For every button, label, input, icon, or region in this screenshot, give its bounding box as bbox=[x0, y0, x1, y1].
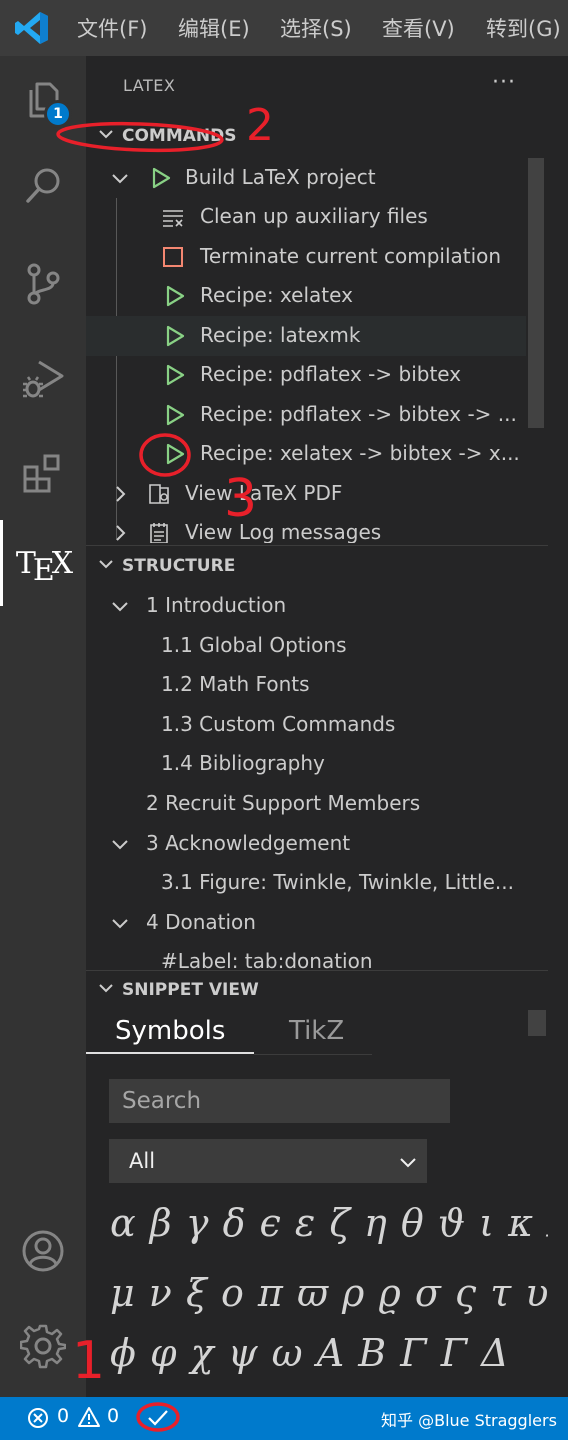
command-build[interactable]: Build LaTeX project bbox=[86, 158, 526, 198]
snippet-scrollbar[interactable] bbox=[528, 1010, 546, 1036]
source-control-icon bbox=[27, 263, 60, 305]
structure-item[interactable]: 2 Recruit Support Members bbox=[86, 784, 526, 824]
activity-run-debug[interactable] bbox=[0, 336, 86, 422]
gear-icon bbox=[20, 1324, 66, 1369]
tex-icon: TEX bbox=[15, 545, 74, 588]
play-icon bbox=[166, 443, 185, 465]
active-tab-indicator bbox=[86, 1052, 254, 1054]
play-icon bbox=[166, 285, 185, 307]
activity-extensions[interactable] bbox=[0, 430, 86, 516]
command-recipe-xelatex-bibtex[interactable]: Recipe: xelatex -> bibtex -> x... bbox=[86, 434, 526, 474]
command-recipe-pdflatex-bibtex[interactable]: Recipe: pdflatex -> bibtex bbox=[86, 355, 526, 395]
tab-divider bbox=[254, 1054, 372, 1055]
tab-tikz[interactable]: TikZ bbox=[289, 1016, 344, 1046]
clear-all-icon bbox=[163, 210, 183, 227]
structure-item[interactable]: 1.3 Custom Commands bbox=[86, 705, 526, 745]
chevron-right-icon bbox=[116, 486, 126, 502]
symbol-filter-select[interactable]: All bbox=[109, 1139, 427, 1183]
menu-view[interactable]: 查看(V) bbox=[382, 13, 455, 43]
activity-explorer[interactable]: 1 bbox=[0, 56, 86, 142]
activity-latex[interactable]: TEX bbox=[0, 520, 86, 606]
section-divider bbox=[86, 545, 548, 546]
run-debug-icon bbox=[23, 360, 64, 398]
structure-item[interactable]: 1.1 Global Options bbox=[86, 626, 526, 666]
stop-icon bbox=[163, 247, 183, 267]
open-preview-icon bbox=[149, 484, 169, 504]
command-view-log[interactable]: View Log messages bbox=[86, 513, 526, 543]
section-divider bbox=[86, 970, 548, 971]
commands-scrollbar[interactable] bbox=[528, 158, 544, 428]
warning-count[interactable]: 0 bbox=[107, 1405, 119, 1427]
command-recipe-latexmk[interactable]: Recipe: latexmk bbox=[86, 316, 526, 356]
chevron-down-icon bbox=[400, 1158, 416, 1168]
vscode-logo-icon[interactable] bbox=[14, 10, 50, 46]
search-icon bbox=[26, 168, 60, 203]
activity-bar: 1 TEX bbox=[0, 56, 86, 1397]
activity-accounts[interactable] bbox=[0, 1208, 86, 1294]
check-icon[interactable] bbox=[146, 1407, 170, 1429]
command-clean[interactable]: Clean up auxiliary files bbox=[86, 197, 526, 237]
symbol-row[interactable]: α β γ δ ϵ ε ζ η θ ϑ ι κ λ bbox=[110, 1201, 568, 1245]
play-icon bbox=[166, 325, 185, 347]
extensions-icon bbox=[23, 454, 60, 493]
structure-item[interactable]: 1.2 Math Fonts bbox=[86, 665, 526, 705]
sidebar-title: LATEX bbox=[123, 76, 176, 95]
error-icon bbox=[28, 1408, 48, 1428]
status-bar: 0 0 知乎 @Blue Stragglers bbox=[0, 1397, 568, 1440]
explorer-badge: 1 bbox=[44, 100, 72, 128]
error-count[interactable]: 0 bbox=[57, 1405, 69, 1427]
menu-edit[interactable]: 编辑(E) bbox=[178, 13, 250, 43]
latex-sidebar: LATEX ··· COMMANDS Build LaTeX project C… bbox=[86, 56, 568, 1397]
command-recipe-xelatex[interactable]: Recipe: xelatex bbox=[86, 276, 526, 316]
chevron-down-icon bbox=[99, 984, 113, 993]
chevron-down-icon bbox=[112, 919, 128, 929]
structure-item[interactable]: 1.4 Bibliography bbox=[86, 744, 526, 784]
chevron-down-icon bbox=[99, 130, 113, 139]
account-icon bbox=[22, 1230, 64, 1272]
chevron-down-icon bbox=[99, 560, 113, 569]
structure-item[interactable]: #Label: tab:donation bbox=[86, 942, 526, 972]
play-icon bbox=[166, 404, 185, 426]
structure-item[interactable]: 3.1 Figure: Twinkle, Twinkle, Little... bbox=[86, 863, 526, 903]
structure-section-header[interactable]: STRUCTURE bbox=[86, 552, 548, 584]
play-icon bbox=[152, 167, 171, 189]
play-icon bbox=[166, 364, 185, 386]
command-terminate[interactable]: Terminate current compilation bbox=[86, 237, 526, 277]
symbol-search-input[interactable] bbox=[109, 1079, 450, 1123]
menu-selection[interactable]: 选择(S) bbox=[280, 13, 352, 43]
symbol-row[interactable]: ϕ φ χ ψ ω A B Γ Γ Δ bbox=[110, 1331, 510, 1375]
chevron-right-icon bbox=[116, 525, 126, 541]
chevron-down-icon bbox=[112, 174, 128, 184]
menu-go[interactable]: 转到(G) bbox=[486, 13, 561, 43]
menu-bar: 文件(F) 编辑(E) 选择(S) 查看(V) 转到(G) bbox=[0, 0, 568, 56]
commands-section-header[interactable]: COMMANDS bbox=[86, 122, 548, 154]
chevron-down-icon bbox=[112, 840, 128, 850]
more-actions-icon[interactable]: ··· bbox=[492, 70, 516, 95]
activity-search[interactable] bbox=[0, 143, 86, 229]
activity-source-control[interactable] bbox=[0, 241, 86, 327]
activity-manage[interactable] bbox=[0, 1303, 86, 1389]
structure-item[interactable]: 3 Acknowledgement bbox=[86, 824, 526, 864]
watermark-text: 知乎 @Blue Stragglers bbox=[381, 1411, 557, 1430]
command-view-pdf[interactable]: View LaTeX PDF bbox=[86, 474, 526, 514]
warning-icon bbox=[78, 1407, 100, 1427]
structure-item[interactable]: 4 Donation bbox=[86, 903, 526, 943]
menu-file[interactable]: 文件(F) bbox=[77, 13, 147, 43]
structure-item[interactable]: 1 Introduction bbox=[86, 586, 526, 626]
tab-symbols[interactable]: Symbols bbox=[115, 1016, 225, 1046]
output-log-icon bbox=[150, 523, 168, 543]
chevron-down-icon bbox=[112, 602, 128, 612]
sidebar-edge bbox=[548, 56, 568, 1397]
snippet-section-header[interactable]: SNIPPET VIEW bbox=[86, 976, 548, 1008]
command-recipe-pdflatex-bibtex-long[interactable]: Recipe: pdflatex -> bibtex -> ... bbox=[86, 395, 526, 435]
symbol-row[interactable]: μ ν ξ o π ϖ ρ ϱ σ ς τ υ bbox=[110, 1271, 549, 1315]
